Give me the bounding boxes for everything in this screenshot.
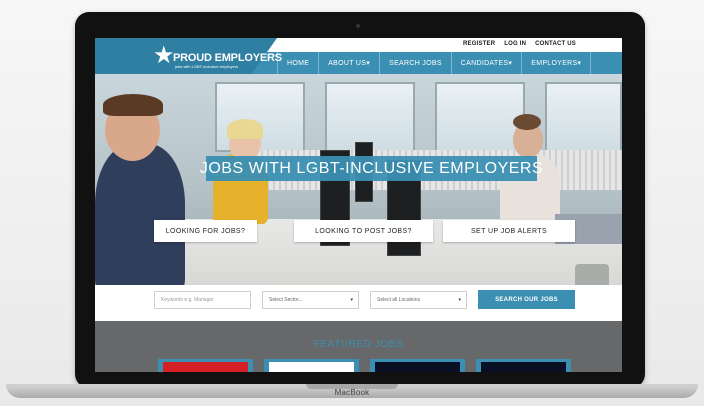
camera-icon: [356, 24, 360, 28]
person-left: [95, 144, 185, 294]
featured-job-card[interactable]: [370, 359, 465, 372]
nav-home[interactable]: HOME: [277, 52, 318, 74]
location-select-value: Select all Locations: [377, 297, 421, 303]
office-window: [545, 82, 622, 152]
post-jobs-button[interactable]: LOOKING TO POST JOBS?: [294, 220, 433, 242]
nav-label: EMPLOYERS: [531, 59, 578, 67]
search-jobs-button[interactable]: SEARCH OUR JOBS: [478, 290, 575, 309]
nav-label: HOME: [287, 59, 310, 67]
hair: [103, 94, 163, 116]
hero-title: JOBS WITH LGBT-INCLUSIVE EMPLOYERS: [200, 156, 543, 181]
employer-logo: [375, 362, 460, 372]
employer-logo: [269, 362, 354, 372]
login-link[interactable]: LOG IN: [504, 41, 526, 47]
nav-candidates[interactable]: CANDIDATES ▾: [450, 52, 521, 74]
nav-label: CANDIDATES: [460, 59, 509, 67]
browser-screen: REGISTER LOG IN CONTACT US ★ PROUD EMPLO…: [95, 38, 622, 372]
device-label: MacBook: [334, 388, 370, 397]
looking-for-jobs-button[interactable]: LOOKING FOR JOBS?: [154, 220, 257, 242]
nav-label: SEARCH JOBS: [389, 59, 442, 67]
featured-jobs-title: FEATURED JOBS: [313, 339, 404, 350]
employer-logo: [481, 362, 566, 372]
featured-job-card[interactable]: [158, 359, 253, 372]
sector-select[interactable]: Select Sector... ▾: [262, 291, 359, 309]
nav-about-us[interactable]: ABOUT US ▾: [318, 52, 379, 74]
sector-select-value: Select Sector...: [269, 297, 303, 303]
nav-menu: HOME ABOUT US ▾ SEARCH JOBS CANDIDATES ▾ E…: [277, 52, 592, 74]
chevron-down-icon: ▾: [577, 60, 582, 67]
chevron-down-icon: ▾: [508, 60, 513, 67]
keywords-input[interactable]: Keywords e.g. Manager: [154, 291, 251, 309]
star-logo-icon: ★: [153, 42, 175, 69]
featured-job-card[interactable]: [476, 359, 571, 372]
featured-job-card[interactable]: [264, 359, 359, 372]
chevron-down-icon: ▾: [458, 297, 461, 303]
nav-search-jobs[interactable]: SEARCH JOBS: [379, 52, 451, 74]
chevron-down-icon: ▾: [350, 297, 353, 303]
brand-name: PROUD EMPLOYERS: [173, 52, 282, 64]
background: REGISTER LOG IN CONTACT US ★ PROUD EMPLO…: [0, 0, 704, 406]
brand-tagline: jobs with LGBT-inclusive employers: [175, 64, 239, 69]
chevron-down-icon: ▾: [366, 60, 371, 67]
hero-photo: [95, 74, 622, 321]
register-link[interactable]: REGISTER: [463, 41, 495, 47]
hair: [513, 114, 541, 130]
hair: [227, 119, 263, 139]
contact-link[interactable]: CONTACT US: [535, 41, 576, 47]
location-select[interactable]: Select all Locations ▾: [370, 291, 467, 309]
job-alerts-button[interactable]: SET UP JOB ALERTS: [443, 220, 575, 242]
office-window: [435, 82, 525, 152]
employer-logo: [163, 362, 248, 372]
nav-label: ABOUT US: [328, 59, 367, 67]
nav-employers[interactable]: EMPLOYERS ▾: [521, 52, 592, 74]
